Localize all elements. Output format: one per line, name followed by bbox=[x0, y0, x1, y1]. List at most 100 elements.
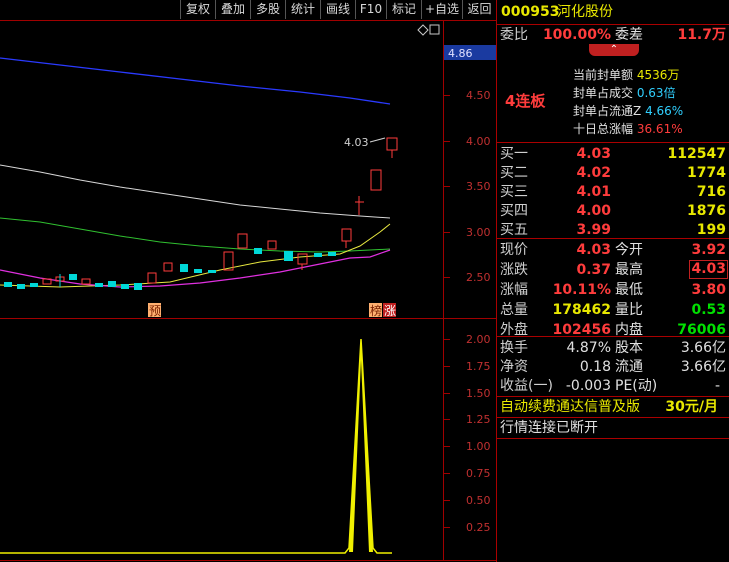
quote-row: 总量 178462 量比 0.53 bbox=[500, 302, 726, 318]
candle-down bbox=[194, 269, 202, 273]
price-tick: 4.50 bbox=[466, 89, 491, 102]
candle-up bbox=[370, 169, 382, 191]
draw-line-button[interactable]: 画线 bbox=[320, 0, 355, 19]
fund-row: 收益(一) -0.003 PE(动) - bbox=[500, 378, 720, 394]
indicator-tick: 1.50 bbox=[466, 387, 491, 400]
candle-down bbox=[30, 283, 38, 287]
candle-down bbox=[180, 264, 188, 272]
quote-panel: 000953 河化股份 委比 100.00% 委差 11.7万 ⌃ 4连板 当前… bbox=[496, 0, 729, 562]
high-price-label: 4.03 bbox=[344, 136, 369, 149]
candle-up bbox=[267, 240, 277, 250]
diamond-icon[interactable] bbox=[417, 24, 429, 36]
candle-up bbox=[163, 262, 173, 272]
seal-row: 封单占流通Z 4.66% bbox=[573, 104, 684, 118]
price-tick: 3.00 bbox=[466, 226, 491, 239]
ma-green-line bbox=[0, 217, 391, 253]
stock-name[interactable]: 河化股份 bbox=[557, 2, 613, 22]
candle-down bbox=[69, 274, 77, 280]
seal-row: 当前封单额 4536万 bbox=[573, 68, 680, 82]
back-button[interactable]: 返回 bbox=[462, 0, 496, 19]
streak-badge: 4连板 bbox=[505, 92, 546, 110]
seal-row: 十日总涨幅 36.61% bbox=[573, 122, 683, 136]
quote-row: 外盘 102456 内盘 76006 bbox=[500, 322, 726, 338]
indicator-line bbox=[0, 338, 392, 554]
candle-down bbox=[134, 283, 142, 290]
statistics-button[interactable]: 统计 bbox=[285, 0, 320, 19]
indicator-tick: 0.50 bbox=[466, 494, 491, 507]
kline-chart[interactable]: 4.86 4.50 4.00 3.50 3.00 2.50 4.03 预 榜 涨… bbox=[0, 20, 496, 562]
weicha-value: 11.7万 bbox=[677, 27, 726, 43]
high-price-pointer bbox=[369, 137, 386, 143]
current-price-tag: 4.86 bbox=[448, 47, 473, 60]
divider bbox=[497, 238, 729, 239]
weibi-label: 委比 bbox=[500, 27, 528, 43]
pre-marker[interactable]: 预 bbox=[149, 304, 161, 318]
candle-up bbox=[237, 233, 248, 249]
candle-down bbox=[208, 270, 216, 273]
indicator-tick: 1.00 bbox=[466, 440, 491, 453]
price-tick: 2.50 bbox=[466, 271, 491, 284]
restore-rights-button[interactable]: 复权 bbox=[180, 0, 215, 19]
add-watchlist-button[interactable]: +自选 bbox=[421, 0, 462, 19]
candle-down bbox=[121, 284, 129, 289]
bid-row[interactable]: 买三 4.01 716 bbox=[497, 182, 729, 202]
candle-down bbox=[95, 283, 103, 287]
connection-status: 行情连接已断开 bbox=[500, 420, 598, 436]
chevron-up-icon: ⌃ bbox=[609, 44, 619, 55]
mark-button[interactable]: 标记 bbox=[386, 0, 421, 19]
quote-row: 涨跌 0.37 最高 4.03 bbox=[500, 260, 728, 279]
quote-row: 涨幅 10.11% 最低 3.80 bbox=[500, 282, 726, 298]
fund-row: 换手 4.87% 股本 3.66亿 bbox=[500, 340, 726, 356]
candle-up bbox=[81, 278, 91, 285]
candle-down bbox=[4, 282, 12, 287]
overlay-button[interactable]: 叠加 bbox=[215, 0, 250, 19]
bid-row[interactable]: 买四 4.00 1876 bbox=[497, 201, 729, 221]
candle-up bbox=[297, 253, 308, 265]
candle-up bbox=[341, 228, 352, 242]
ma-blue-line bbox=[0, 57, 391, 105]
bid-row[interactable]: 买五 3.99 199 bbox=[497, 220, 729, 240]
fund-row: 净资 0.18 流通 3.66亿 bbox=[500, 359, 726, 375]
f10-button[interactable]: F10 bbox=[355, 0, 386, 19]
candle-down bbox=[108, 281, 116, 287]
indicator-tick: 0.75 bbox=[466, 467, 491, 480]
bid-row[interactable]: 买二 4.02 1774 bbox=[497, 163, 729, 183]
indicator-tick: 1.25 bbox=[466, 413, 491, 426]
candle-down bbox=[328, 252, 336, 256]
price-axis: 4.50 4.00 3.50 3.00 2.50 bbox=[444, 89, 491, 284]
stock-header: 000953 河化股份 bbox=[497, 2, 729, 24]
list-marker[interactable]: 榜 bbox=[370, 303, 382, 318]
seal-row: 封单占成交 0.63倍 bbox=[573, 86, 676, 100]
weibi-row: 委比 100.00% 委差 11.7万 bbox=[497, 25, 729, 45]
bid-row[interactable]: 买一 4.03 112547 bbox=[497, 144, 729, 164]
candle-down bbox=[17, 284, 25, 289]
up-marker[interactable]: 涨 bbox=[384, 303, 396, 318]
candle-up bbox=[147, 272, 157, 284]
weicha-label: 委差 bbox=[615, 27, 643, 43]
promo-text[interactable]: 自动续费通达信普及版 bbox=[500, 397, 640, 417]
indicator-spike bbox=[349, 339, 373, 552]
collapse-toggle[interactable]: ⌃ bbox=[589, 44, 639, 56]
ma-white-line bbox=[0, 164, 391, 219]
divider bbox=[497, 336, 729, 337]
weibi-value: 100.00% bbox=[542, 27, 611, 43]
candle-up bbox=[386, 137, 398, 151]
chart-toolbar: 复权 叠加 多股 统计 画线 F10 标记 +自选 返回 bbox=[0, 0, 496, 20]
candle-down bbox=[284, 251, 293, 261]
status-row: 行情连接已断开 bbox=[497, 418, 729, 438]
candle-down bbox=[254, 248, 262, 254]
promo-banner[interactable]: 自动续费通达信普及版 30元/月 bbox=[497, 397, 729, 417]
divider bbox=[497, 142, 729, 143]
multi-stock-button[interactable]: 多股 bbox=[250, 0, 285, 19]
quote-row: 现价 4.03 今开 3.92 bbox=[500, 242, 726, 258]
indicator-tick: 0.25 bbox=[466, 521, 491, 534]
price-tick: 4.00 bbox=[466, 135, 491, 148]
promo-price[interactable]: 30元/月 bbox=[665, 397, 718, 417]
divider bbox=[497, 438, 729, 439]
stock-code[interactable]: 000953 bbox=[501, 2, 559, 22]
indicator-tick: 1.75 bbox=[466, 360, 491, 373]
window-icon[interactable] bbox=[429, 24, 440, 35]
price-tick: 3.50 bbox=[466, 180, 491, 193]
candle-down bbox=[314, 253, 322, 257]
indicator-axis: 2.00 1.75 1.50 1.25 1.00 0.75 0.50 0.25 bbox=[444, 333, 491, 534]
